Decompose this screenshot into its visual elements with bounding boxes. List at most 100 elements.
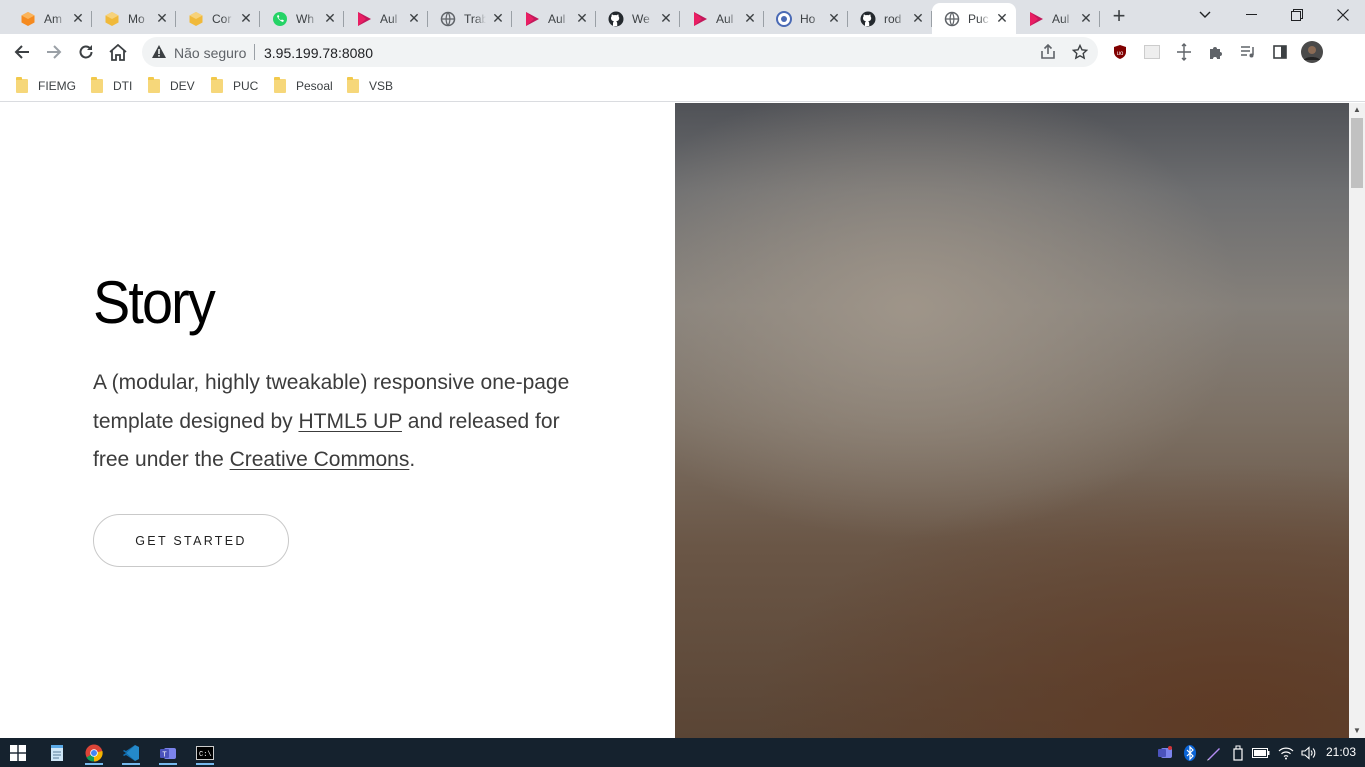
side-panel-button[interactable] (1268, 40, 1292, 64)
bookmark-label: DEV (170, 79, 195, 93)
minimize-button[interactable] (1228, 0, 1274, 30)
creative-commons-link[interactable]: Creative Commons (230, 448, 410, 471)
tab-title: rod (884, 11, 902, 26)
restore-icon (1291, 9, 1303, 21)
puzzle-icon (1210, 47, 1222, 59)
bookmark-folder[interactable]: DTI (91, 77, 132, 95)
close-tab-icon[interactable]: ✕ (911, 11, 925, 25)
avatar-icon (1301, 41, 1323, 63)
browser-tab[interactable]: Ho ✕ (764, 3, 848, 34)
browser-tab[interactable]: rod ✕ (848, 3, 932, 34)
bookmark-folder[interactable]: Pesoal (274, 77, 333, 95)
tab-title: Aul (716, 11, 734, 26)
omnibox-divider (254, 44, 255, 60)
extensions-button[interactable] (1204, 40, 1228, 64)
close-tab-icon[interactable]: ✕ (995, 11, 1009, 25)
close-tab-icon[interactable]: ✕ (71, 11, 85, 25)
close-tab-icon[interactable]: ✕ (743, 11, 757, 25)
close-tab-icon[interactable]: ✕ (407, 11, 421, 25)
close-tab-icon[interactable]: ✕ (659, 11, 673, 25)
taskbar-teams[interactable]: T (156, 741, 180, 765)
close-tab-icon[interactable]: ✕ (491, 11, 505, 25)
new-tab-button[interactable]: + (1109, 5, 1129, 28)
browser-tab[interactable]: Aul ✕ (680, 3, 764, 34)
browser-tab[interactable]: Cor ✕ (176, 3, 260, 34)
browser-tab[interactable]: We ✕ (596, 3, 680, 34)
cube-orange-icon (20, 11, 36, 27)
bluetooth-icon[interactable] (1181, 744, 1199, 762)
tab-search-button[interactable] (1182, 0, 1228, 30)
svg-text:T: T (162, 752, 167, 759)
open-app-indicator (122, 763, 140, 765)
browser-tab[interactable]: Aul ✕ (344, 3, 428, 34)
close-window-button[interactable] (1320, 0, 1365, 30)
forward-button[interactable] (42, 40, 66, 64)
taskbar-clock[interactable]: 21:03 (1326, 745, 1356, 759)
browser-tab[interactable]: Aul ✕ (1016, 3, 1100, 34)
close-tab-icon[interactable]: ✕ (575, 11, 589, 25)
move-extension[interactable] (1172, 40, 1196, 64)
page-scrollbar[interactable]: ▲ ▼ (1349, 103, 1365, 738)
teams-icon: T (160, 748, 176, 759)
taskbar-vscode[interactable] (119, 741, 143, 765)
chrome-icon (85, 744, 103, 762)
profile-avatar[interactable] (1300, 40, 1324, 64)
restore-button[interactable] (1274, 0, 1320, 30)
browser-tab[interactable]: Mo ✕ (92, 3, 176, 34)
volume-icon[interactable] (1300, 744, 1318, 762)
close-tab-icon[interactable]: ✕ (827, 11, 841, 25)
taskbar-notepad[interactable] (45, 741, 69, 765)
browser-tab[interactable]: Trab ✕ (428, 3, 512, 34)
scroll-down-arrow-icon[interactable]: ▼ (1349, 726, 1365, 736)
browser-tab[interactable]: Puc ✕ (932, 3, 1016, 34)
get-started-button[interactable]: GET STARTED (93, 514, 289, 567)
pen-tray-icon[interactable] (1205, 744, 1223, 762)
teams-tray-icon[interactable] (1156, 744, 1174, 762)
warning-icon[interactable] (151, 44, 167, 64)
html5up-link[interactable]: HTML5 UP (298, 410, 401, 433)
share-button[interactable] (1036, 40, 1060, 64)
bookmark-folder[interactable]: FIEMG (16, 77, 76, 95)
web-page: Story A (modular, highly tweakable) resp… (0, 103, 1349, 738)
folder-icon (91, 77, 103, 93)
wifi-icon[interactable] (1277, 744, 1295, 762)
tab-title: Aul (1052, 11, 1070, 26)
extension-placeholder[interactable] (1140, 40, 1164, 64)
github-icon (860, 11, 876, 27)
tab-title: Mo (128, 11, 145, 26)
scrollbar-thumb[interactable] (1351, 118, 1363, 188)
reload-button[interactable] (74, 40, 98, 64)
home-button[interactable] (106, 40, 130, 64)
taskbar-chrome[interactable] (82, 741, 106, 765)
bookmark-star-button[interactable] (1068, 40, 1092, 64)
notepad-icon (51, 745, 63, 761)
scroll-up-arrow-icon[interactable]: ▲ (1349, 105, 1365, 115)
usb-device-icon[interactable] (1229, 744, 1247, 762)
folder-icon (274, 77, 286, 93)
globe-icon (440, 11, 456, 27)
bookmark-folder[interactable]: PUC (211, 77, 258, 95)
close-tab-icon[interactable]: ✕ (1079, 11, 1093, 25)
url-text[interactable]: 3.95.199.78:8080 (264, 45, 373, 61)
open-app-indicator (159, 763, 177, 765)
bookmark-folder[interactable]: DEV (148, 77, 195, 95)
back-button[interactable] (10, 40, 34, 64)
security-label[interactable]: Não seguro (174, 45, 246, 61)
tab-separator (1099, 11, 1100, 27)
taskbar-terminal[interactable]: C:\ (193, 741, 217, 765)
close-tab-icon[interactable]: ✕ (239, 11, 253, 25)
media-control-button[interactable] (1236, 40, 1260, 64)
play-red-icon (692, 11, 708, 27)
address-bar[interactable]: Não seguro 3.95.199.78:8080 (142, 37, 1098, 67)
close-tab-icon[interactable]: ✕ (323, 11, 337, 25)
windows-start-button[interactable] (6, 741, 30, 765)
bookmark-folder[interactable]: VSB (347, 77, 393, 95)
ublock-extension[interactable]: uo (1108, 40, 1132, 64)
browser-tab[interactable]: Wh ✕ (260, 3, 344, 34)
browser-tab[interactable]: Am ✕ (8, 3, 92, 34)
vscode-icon (123, 745, 139, 761)
close-tab-icon[interactable]: ✕ (155, 11, 169, 25)
windows-logo-icon (10, 745, 26, 761)
browser-tab[interactable]: Aul ✕ (512, 3, 596, 34)
battery-icon[interactable] (1252, 744, 1270, 762)
